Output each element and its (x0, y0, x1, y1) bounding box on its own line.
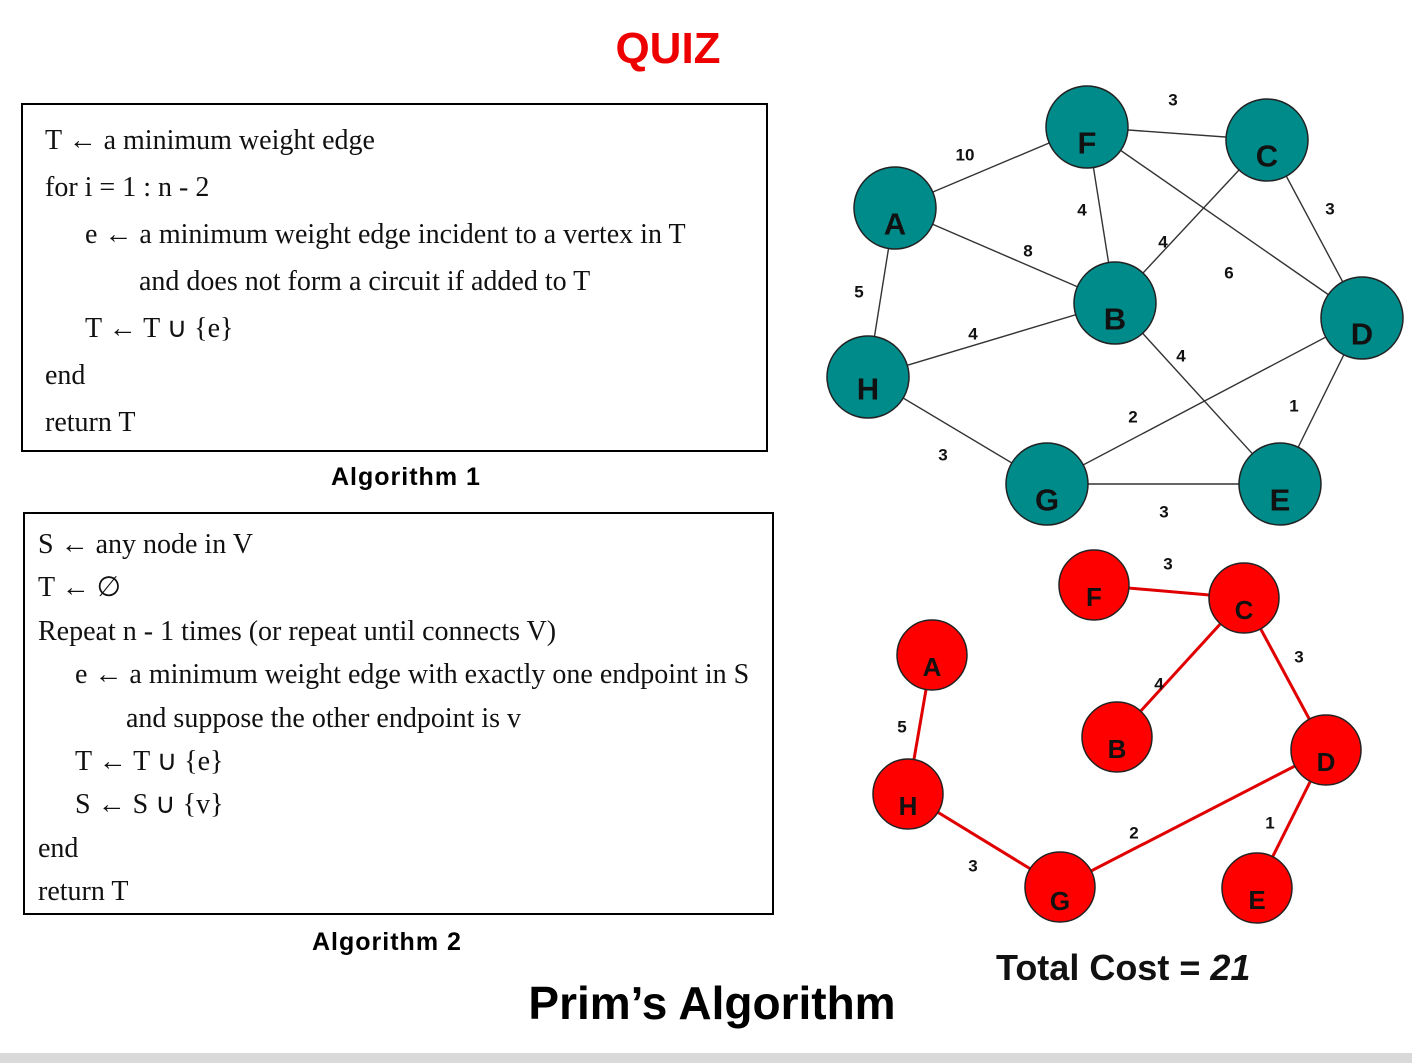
node-d: D (1290, 714, 1362, 786)
edge-weight-label: 3 (968, 856, 977, 875)
node-label: A (884, 207, 906, 242)
edge-weight-label: 1 (1265, 813, 1274, 832)
node-label: C (1256, 139, 1278, 174)
node-label: G (1035, 483, 1059, 518)
edge-weight-label: 4 (1158, 232, 1168, 251)
node-b: B (1073, 261, 1157, 345)
node-label: F (1086, 582, 1102, 612)
edge-weight-label: 3 (1168, 90, 1177, 109)
node-label: E (1248, 885, 1265, 915)
edge-weight-label: 3 (1294, 647, 1303, 666)
node-d: D (1320, 276, 1404, 360)
node-c: C (1225, 98, 1309, 182)
node-f: F (1058, 549, 1130, 621)
bottom-bar (0, 1053, 1412, 1063)
node-c: C (1208, 562, 1280, 634)
edge-weight-label: 2 (1128, 407, 1137, 426)
edge-weight-label: 5 (854, 282, 863, 301)
edge-weight-label: 4 (1154, 674, 1164, 693)
edge-weight-label: 10 (956, 145, 975, 164)
node-a: A (853, 166, 937, 250)
node-label: F (1078, 126, 1097, 161)
node-label: B (1104, 302, 1126, 337)
node-label: A (923, 652, 942, 682)
node-label: D (1351, 317, 1373, 352)
minimum-spanning-tree: 3 3 4 5 3 2 1 A B C D E F G H (872, 549, 1362, 924)
edge-weight-label: 6 (1224, 263, 1233, 282)
node-label: D (1317, 747, 1336, 777)
node-label: G (1050, 886, 1070, 916)
node-e: E (1221, 852, 1293, 924)
node-label: H (857, 372, 879, 407)
node-a: A (896, 619, 968, 691)
edge-weight-label: 5 (897, 717, 906, 736)
node-b: B (1081, 701, 1153, 773)
footer-title: Prim’s Algorithm (528, 977, 896, 1029)
node-label: H (899, 791, 918, 821)
edge-weight-label: 1 (1289, 396, 1298, 415)
edge-weight-label: 3 (938, 445, 947, 464)
edge-weight-label: 3 (1159, 502, 1168, 521)
node-e: E (1238, 442, 1322, 526)
node-h: H (826, 335, 910, 419)
node-h: H (872, 758, 944, 830)
node-label: B (1108, 734, 1127, 764)
edge-weight-label: 2 (1129, 823, 1138, 842)
node-g: G (1005, 442, 1089, 526)
node-g: G (1024, 851, 1096, 923)
graph-diagrams: 10 3 3 8 4 4 6 5 4 4 2 1 3 3 A B C D E F G H 3 3 4 5 3 2 1 A B C D E F G H (826, 85, 1404, 924)
node-f: F (1045, 85, 1129, 169)
edge-weight-label: 3 (1325, 199, 1334, 218)
edge-g-d (1059, 748, 1327, 889)
node-label: C (1235, 595, 1254, 625)
edge-weight-label: 4 (1077, 200, 1087, 219)
edge-weight-label: 4 (1176, 346, 1186, 365)
edge-weight-label: 4 (968, 324, 978, 343)
edge-g-d (1046, 317, 1363, 485)
edge-weight-label: 8 (1023, 241, 1032, 260)
weighted-graph: 10 3 3 8 4 4 6 5 4 4 2 1 3 3 A B C D E F G H (826, 85, 1404, 526)
edge-weight-label: 3 (1163, 554, 1172, 573)
node-label: E (1270, 483, 1291, 518)
